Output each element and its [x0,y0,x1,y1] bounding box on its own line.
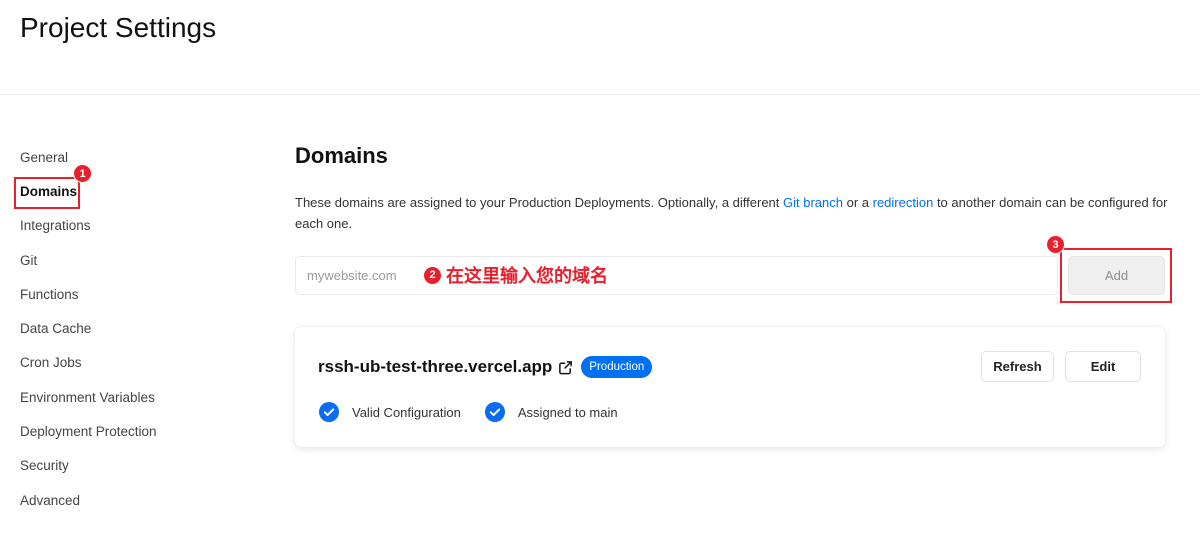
domain-card: rssh-ub-test-three.vercel.app Production… [295,327,1165,447]
external-link-icon-graphic [559,360,573,374]
status-label: Valid Configuration [352,404,461,420]
sidebar-item-environment-variables[interactable]: Environment Variables [20,380,260,414]
sidebar-item-general[interactable]: General [20,140,260,174]
sidebar-item-cron-jobs[interactable]: Cron Jobs [20,346,260,380]
annotation-box-add [1060,248,1172,303]
sidebar-item-integrations[interactable]: Integrations [20,209,260,243]
redirection-link[interactable]: redirection [873,195,934,210]
annotation-text-2: 在这里输入您的域名 [446,266,608,286]
domain-input[interactable] [295,256,1058,295]
domains-description: These domains are assigned to your Produ… [295,192,1185,234]
git-branch-link[interactable]: Git branch [783,195,843,210]
sidebar-item-advanced[interactable]: Advanced [20,483,260,517]
status-item-assigned-branch: Assigned to main [484,402,618,422]
edit-button[interactable]: Edit [1065,351,1141,382]
refresh-button[interactable]: Refresh [981,351,1054,382]
description-text: These domains are assigned to your Produ… [295,195,784,210]
annotation-badge-3: 3 [1047,236,1064,253]
check-circle-icon [319,402,339,422]
external-link-icon[interactable] [558,360,573,375]
sidebar-item-security[interactable]: Security [20,449,260,483]
environment-badge: Production [581,356,653,378]
check-circle-icon [484,402,505,422]
annotation-box-domains [14,177,80,209]
annotation-step-2: 2 在这里输入您的域名 [424,264,612,286]
sidebar-item-data-cache[interactable]: Data Cache [20,311,260,345]
status-row: Valid Configuration Assigned to main [319,402,642,422]
check-circle-icon-graphic [319,402,339,422]
sidebar-item-functions[interactable]: Functions [20,277,260,311]
check-circle-icon-graphic [484,402,505,422]
sidebar-item-deployment-protection[interactable]: Deployment Protection [20,414,260,448]
status-label: Assigned to main [517,404,618,420]
description-text: or a [843,195,873,210]
sidebar-item-git[interactable]: Git [20,243,260,277]
page-title: Project Settings [20,12,217,43]
domain-name-link[interactable]: rssh-ub-test-three.vercel.app [318,357,552,377]
annotation-badge-1: 1 [74,165,91,182]
annotation-badge-2: 2 [424,266,441,284]
section-heading: Domains [295,143,388,168]
status-item-valid-configuration: Valid Configuration [319,402,461,422]
domain-row: rssh-ub-test-three.vercel.app Production [318,355,653,379]
header-divider [0,94,1200,95]
